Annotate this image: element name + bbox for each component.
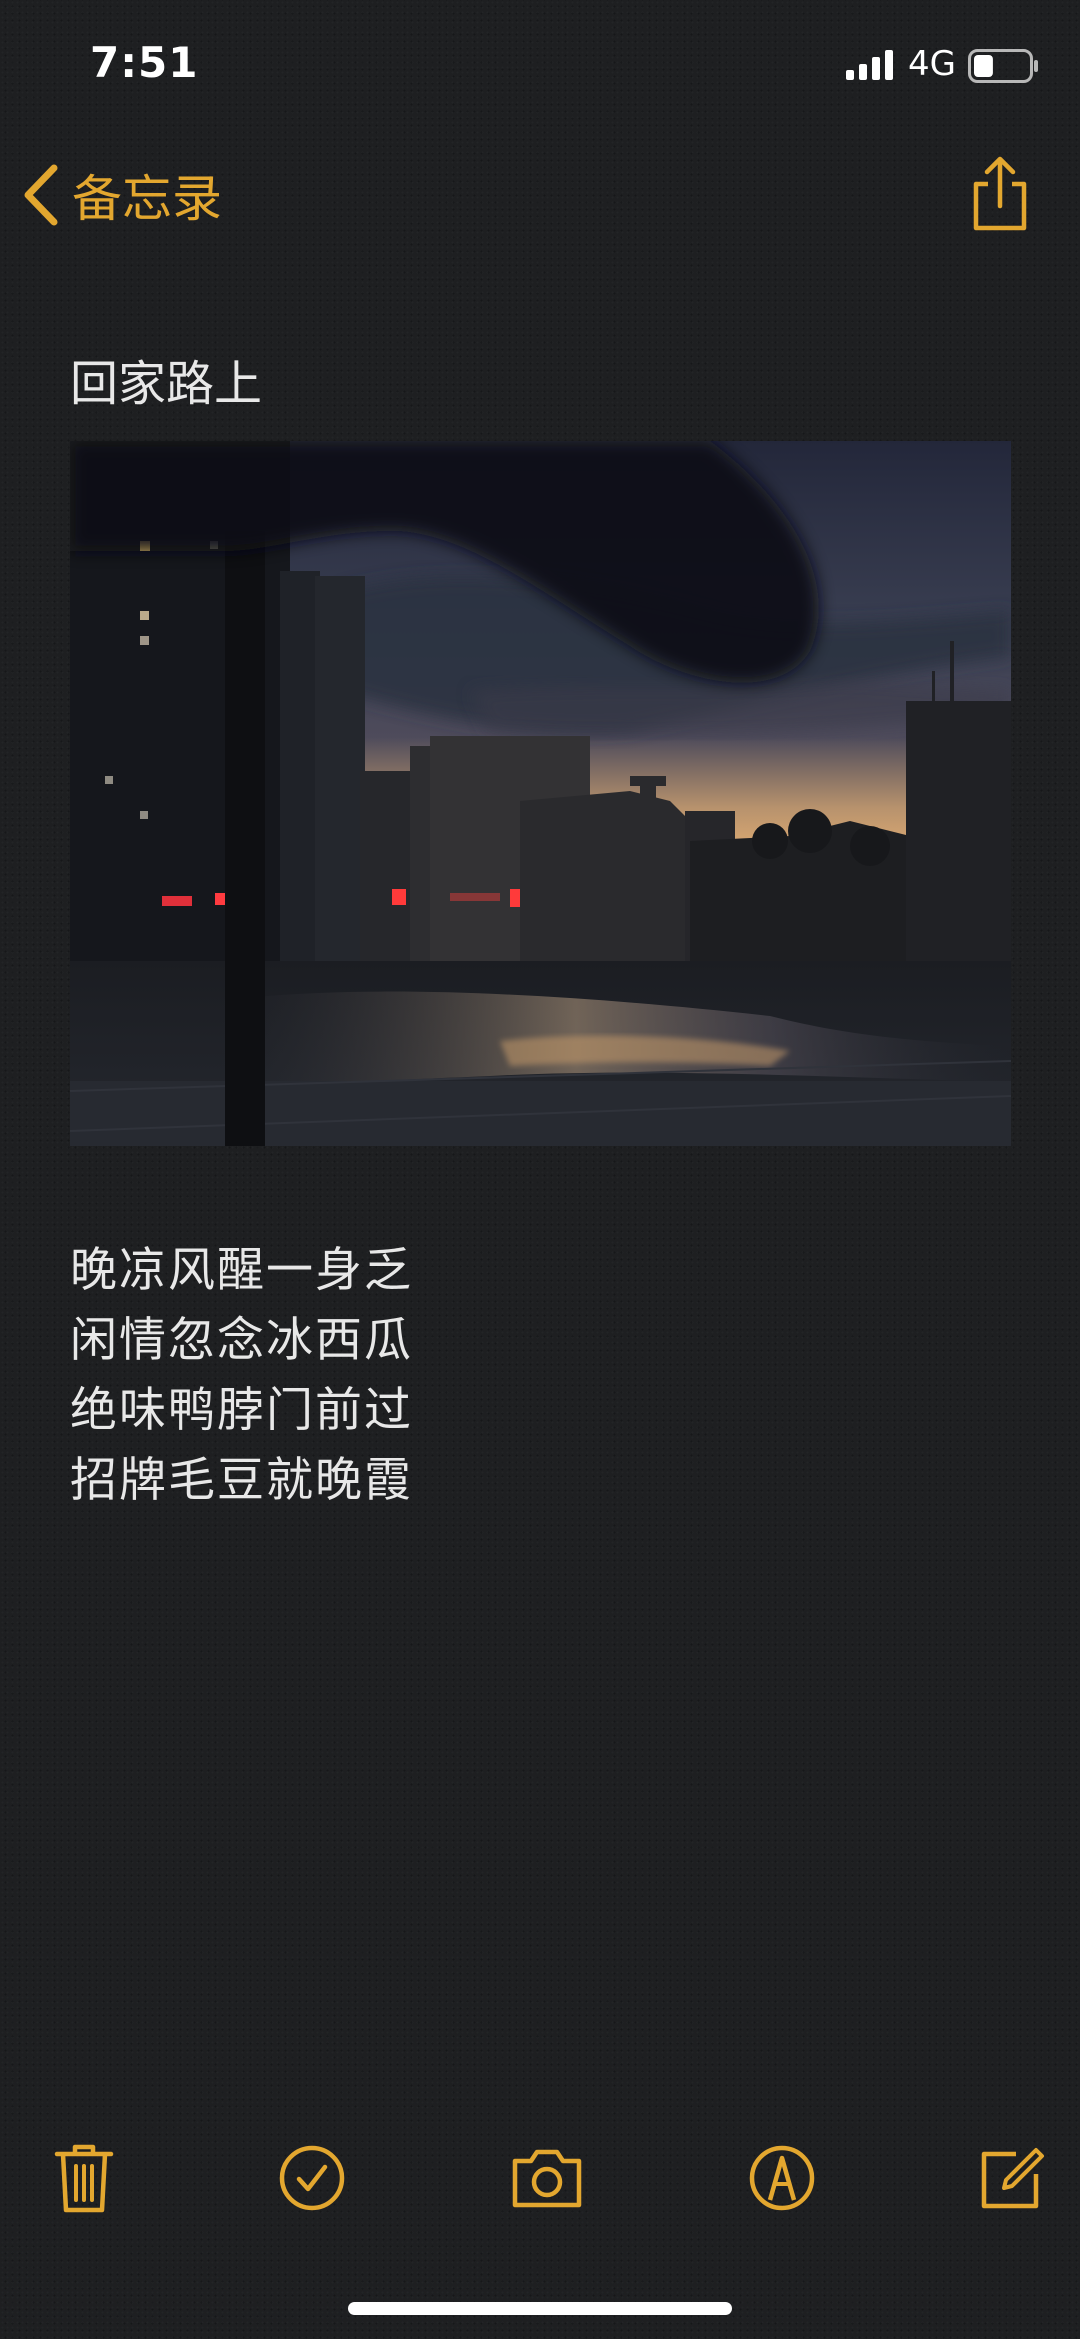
camera-icon bbox=[512, 2149, 582, 2208]
poem-line: 闲情忽念冰西瓜 bbox=[70, 1313, 413, 1368]
compose-icon bbox=[981, 2148, 1044, 2209]
signal-icon bbox=[846, 50, 893, 80]
checklist-icon bbox=[279, 2145, 345, 2211]
trash-icon bbox=[54, 2144, 114, 2213]
note-photo[interactable] bbox=[70, 441, 1011, 1146]
chevron-left-icon bbox=[24, 164, 58, 226]
camera-button[interactable] bbox=[507, 2138, 587, 2218]
share-button[interactable] bbox=[968, 154, 1032, 238]
network-type: 4G bbox=[908, 44, 956, 84]
share-icon bbox=[973, 156, 1027, 231]
back-label: 备忘录 bbox=[72, 170, 222, 228]
poem-line: 招牌毛豆就晚霞 bbox=[70, 1453, 413, 1508]
poem-line: 晚凉风醒一身乏 bbox=[70, 1243, 413, 1298]
checklist-button[interactable] bbox=[272, 2138, 352, 2218]
back-button[interactable]: 备忘录 bbox=[22, 160, 222, 230]
battery-icon bbox=[968, 49, 1038, 83]
note-title: 回家路上 bbox=[70, 356, 263, 412]
markup-icon bbox=[749, 2145, 815, 2211]
note-body[interactable]: 晚凉风醒一身乏 闲情忽念冰西瓜 绝味鸭脖门前过 招牌毛豆就晚霞 bbox=[70, 1236, 413, 1516]
markup-button[interactable] bbox=[742, 2138, 822, 2218]
delete-button[interactable] bbox=[44, 2138, 124, 2218]
poem-line: 绝味鸭脖门前过 bbox=[70, 1383, 413, 1438]
home-indicator[interactable] bbox=[348, 2302, 732, 2315]
navigation-bar: 备忘录 bbox=[0, 140, 1080, 250]
bottom-toolbar bbox=[0, 2130, 1080, 2230]
status-time: 7:51 bbox=[90, 38, 199, 87]
status-bar: 7:51 4G bbox=[0, 0, 1080, 130]
photo-scene bbox=[70, 441, 1011, 1146]
compose-button[interactable] bbox=[972, 2138, 1052, 2218]
